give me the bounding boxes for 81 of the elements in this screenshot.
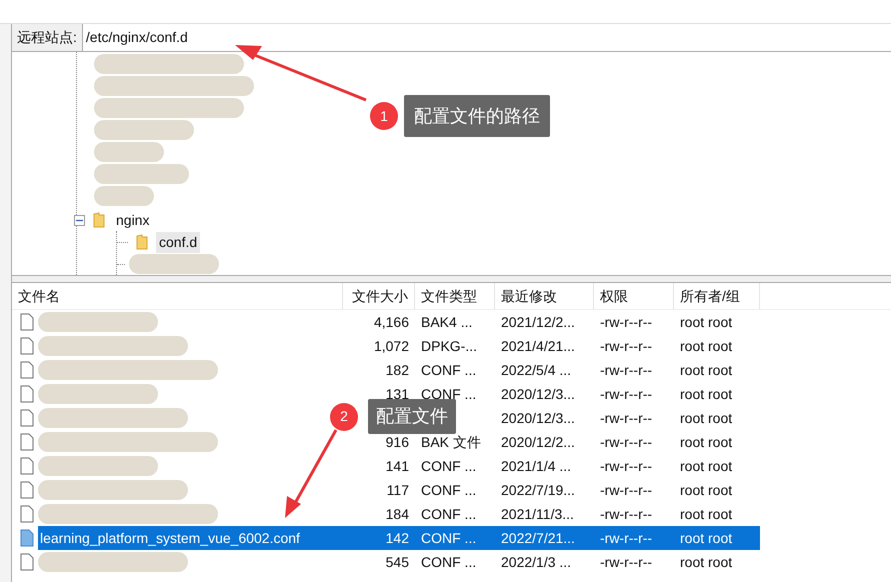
callout: 配置文件 — [368, 399, 456, 434]
size-cell-text: 141 — [384, 456, 410, 476]
owner-cell-text: root root — [679, 336, 734, 356]
owner-cell-text: root root — [679, 408, 734, 428]
file-icon — [20, 409, 34, 427]
date-cell-text: 2022/7/19... — [500, 480, 576, 500]
folder-icon — [136, 234, 148, 250]
date-cell-text: 2022/5/4 ... — [500, 360, 572, 380]
permission-cell-text: -rw-r--r-- — [599, 504, 654, 524]
file-icon — [20, 529, 34, 547]
column-header[interactable]: 所有者/组 — [674, 283, 760, 309]
permission-cell-text: -rw-r--r-- — [599, 384, 654, 404]
callout: 配置文件的路径 — [404, 95, 550, 137]
address-label: 远程站点: — [12, 24, 83, 51]
step-badge: 1 — [370, 102, 398, 130]
type-cell-text: CONF ... — [420, 360, 478, 380]
owner-cell: root root — [674, 526, 760, 550]
file-icon — [20, 337, 34, 355]
file-name[interactable]: learning_platform_system_vue_6002.conf — [38, 526, 343, 550]
owner-cell-text: root root — [679, 552, 734, 572]
tree-item[interactable]: nginx — [113, 210, 152, 230]
file-icon — [20, 457, 34, 475]
file-icon — [20, 385, 34, 403]
file-icon — [20, 361, 34, 379]
size-cell-text: 117 — [386, 480, 410, 500]
folder-icon — [93, 212, 105, 228]
type-cell-text: DPKG-... — [420, 336, 478, 356]
permission-cell-text: -rw-r--r-- — [599, 456, 654, 476]
column-header[interactable]: 文件大小 — [343, 283, 415, 309]
permission-cell-text: -rw-r--r-- — [599, 360, 654, 380]
date-cell-text: 2021/11/3... — [500, 504, 575, 524]
date-cell-text: 2021/1/4 ... — [500, 456, 572, 476]
redaction-blur — [94, 186, 154, 206]
date-cell-text: 2021/4/21... — [500, 336, 576, 356]
column-header[interactable]: 最近修改 — [495, 283, 594, 309]
file-icon — [20, 313, 34, 331]
permission-cell-text: -rw-r--r-- — [599, 432, 654, 452]
size-cell-text: 916 — [384, 432, 410, 452]
owner-cell-text: root root — [679, 456, 734, 476]
column-header[interactable]: 文件类型 — [415, 283, 495, 309]
owner-cell-text: root root — [679, 360, 734, 380]
collapse-toggle[interactable] — [74, 214, 85, 226]
redaction-blur — [94, 142, 164, 162]
file-icon — [20, 505, 34, 523]
file-icon — [20, 481, 34, 499]
type-cell-text: BAK4 ... — [420, 312, 474, 332]
size-cell-text: 184 — [384, 504, 410, 524]
type-cell-text: CONF ... — [420, 504, 478, 524]
size-cell-text: 1,072 — [372, 336, 410, 356]
permission-cell-text: -rw-r--r-- — [599, 336, 654, 356]
owner-cell-text: root root — [679, 384, 734, 404]
permission-cell-text: -rw-r--r-- — [599, 312, 654, 332]
date-cell-text: 2021/12/2... — [500, 312, 576, 332]
column-header[interactable]: 权限 — [594, 283, 674, 309]
date-cell-text: 2020/12/3... — [500, 408, 576, 428]
size-cell-text: 545 — [384, 552, 410, 572]
type-cell-text: CONF ... — [420, 552, 478, 572]
size-cell: 142 — [343, 526, 415, 550]
file-icon — [20, 553, 34, 571]
permission-cell-text: -rw-r--r-- — [599, 408, 654, 428]
step-badge: 2 — [330, 402, 358, 430]
owner-cell-text: root root — [679, 504, 734, 524]
size-cell-text: 182 — [384, 360, 410, 380]
owner-cell-text: root root — [679, 312, 734, 332]
date-cell-text: 2020/12/3... — [500, 384, 576, 404]
permission-cell: -rw-r--r-- — [594, 526, 674, 550]
date-cell-text: 2022/1/3 ... — [500, 552, 572, 572]
owner-cell-text: root root — [679, 480, 734, 500]
date-cell: 2022/7/21... — [495, 526, 594, 550]
column-header[interactable]: 文件名 — [12, 283, 343, 309]
permission-cell-text: -rw-r--r-- — [599, 552, 654, 572]
file-icon — [20, 433, 34, 451]
type-cell: CONF ... — [415, 526, 495, 550]
date-cell-text: 2020/12/2... — [500, 432, 576, 452]
permission-cell-text: -rw-r--r-- — [599, 480, 654, 500]
size-cell-text: 4,166 — [372, 312, 410, 332]
type-cell-text: BAK 文件 — [420, 432, 482, 452]
owner-cell-text: root root — [679, 432, 734, 452]
type-cell-text: CONF ... — [420, 480, 478, 500]
type-cell-text: CONF ... — [420, 456, 478, 476]
tree-item[interactable]: conf.d — [156, 232, 200, 252]
